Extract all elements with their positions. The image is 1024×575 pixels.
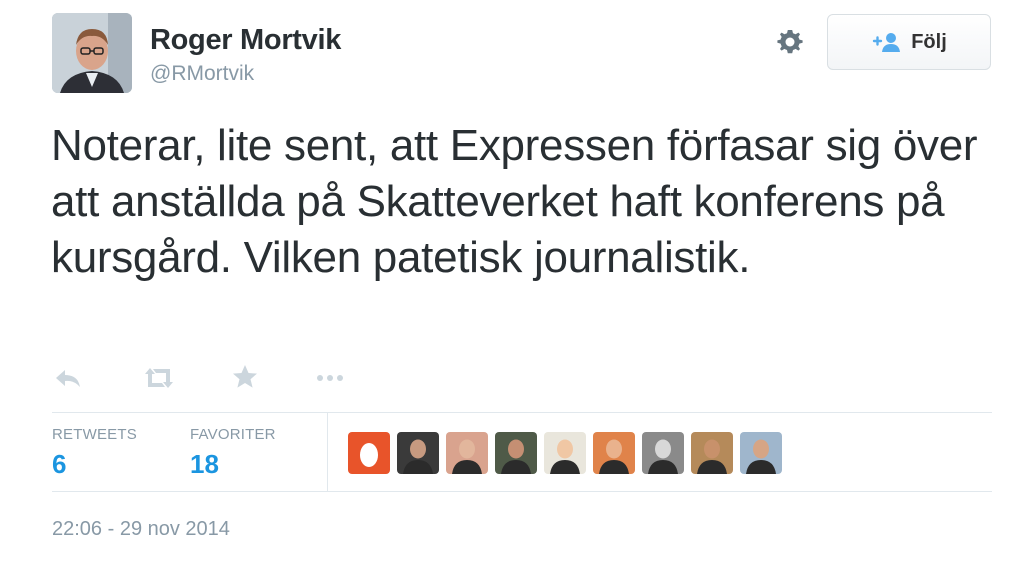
- favorites-count: 18: [190, 449, 219, 479]
- favoriter-avatar-4[interactable]: [495, 432, 537, 474]
- add-user-icon: [873, 33, 901, 52]
- favorites-label: FAVORITER: [190, 426, 276, 443]
- favoriter-avatar-8[interactable]: [691, 432, 733, 474]
- user-handle[interactable]: @RMortvik: [150, 62, 254, 86]
- retweet-icon[interactable]: [140, 362, 180, 394]
- retweets-count: 6: [52, 449, 67, 479]
- tweet-timestamp[interactable]: 22:06 - 29 nov 2014: [52, 518, 230, 541]
- tweet-text: Noterar, lite sent, att Expressen förfas…: [51, 121, 978, 282]
- reply-icon[interactable]: [52, 362, 86, 394]
- profile-avatar[interactable]: [52, 13, 132, 93]
- favoriter-avatar-3[interactable]: [446, 432, 488, 474]
- follow-button[interactable]: Följ: [827, 14, 991, 70]
- profile-photo: [52, 13, 132, 93]
- favoriter-avatar-6[interactable]: [593, 432, 635, 474]
- favoriter-avatar-1[interactable]: [348, 432, 390, 474]
- retweets-label: RETWEETS: [52, 426, 137, 443]
- stats-divider-bottom: [52, 491, 992, 492]
- gear-icon[interactable]: [772, 24, 808, 60]
- favorites-stat[interactable]: FAVORITER 18: [190, 426, 276, 480]
- favoriter-avatar-2[interactable]: [397, 432, 439, 474]
- favoriter-avatars: [348, 432, 782, 474]
- favoriter-avatar-9[interactable]: [740, 432, 782, 474]
- user-display-name[interactable]: Roger Mortvik: [150, 24, 341, 57]
- favoriter-avatar-7[interactable]: [642, 432, 684, 474]
- favorite-icon[interactable]: [230, 362, 262, 394]
- retweets-stat[interactable]: RETWEETS 6: [52, 426, 137, 480]
- more-icon[interactable]: [314, 362, 350, 394]
- favoriter-avatar-5[interactable]: [544, 432, 586, 474]
- stats-divider-vertical: [327, 413, 328, 491]
- follow-button-label: Följ: [911, 30, 947, 53]
- stats-divider-top: [52, 412, 992, 413]
